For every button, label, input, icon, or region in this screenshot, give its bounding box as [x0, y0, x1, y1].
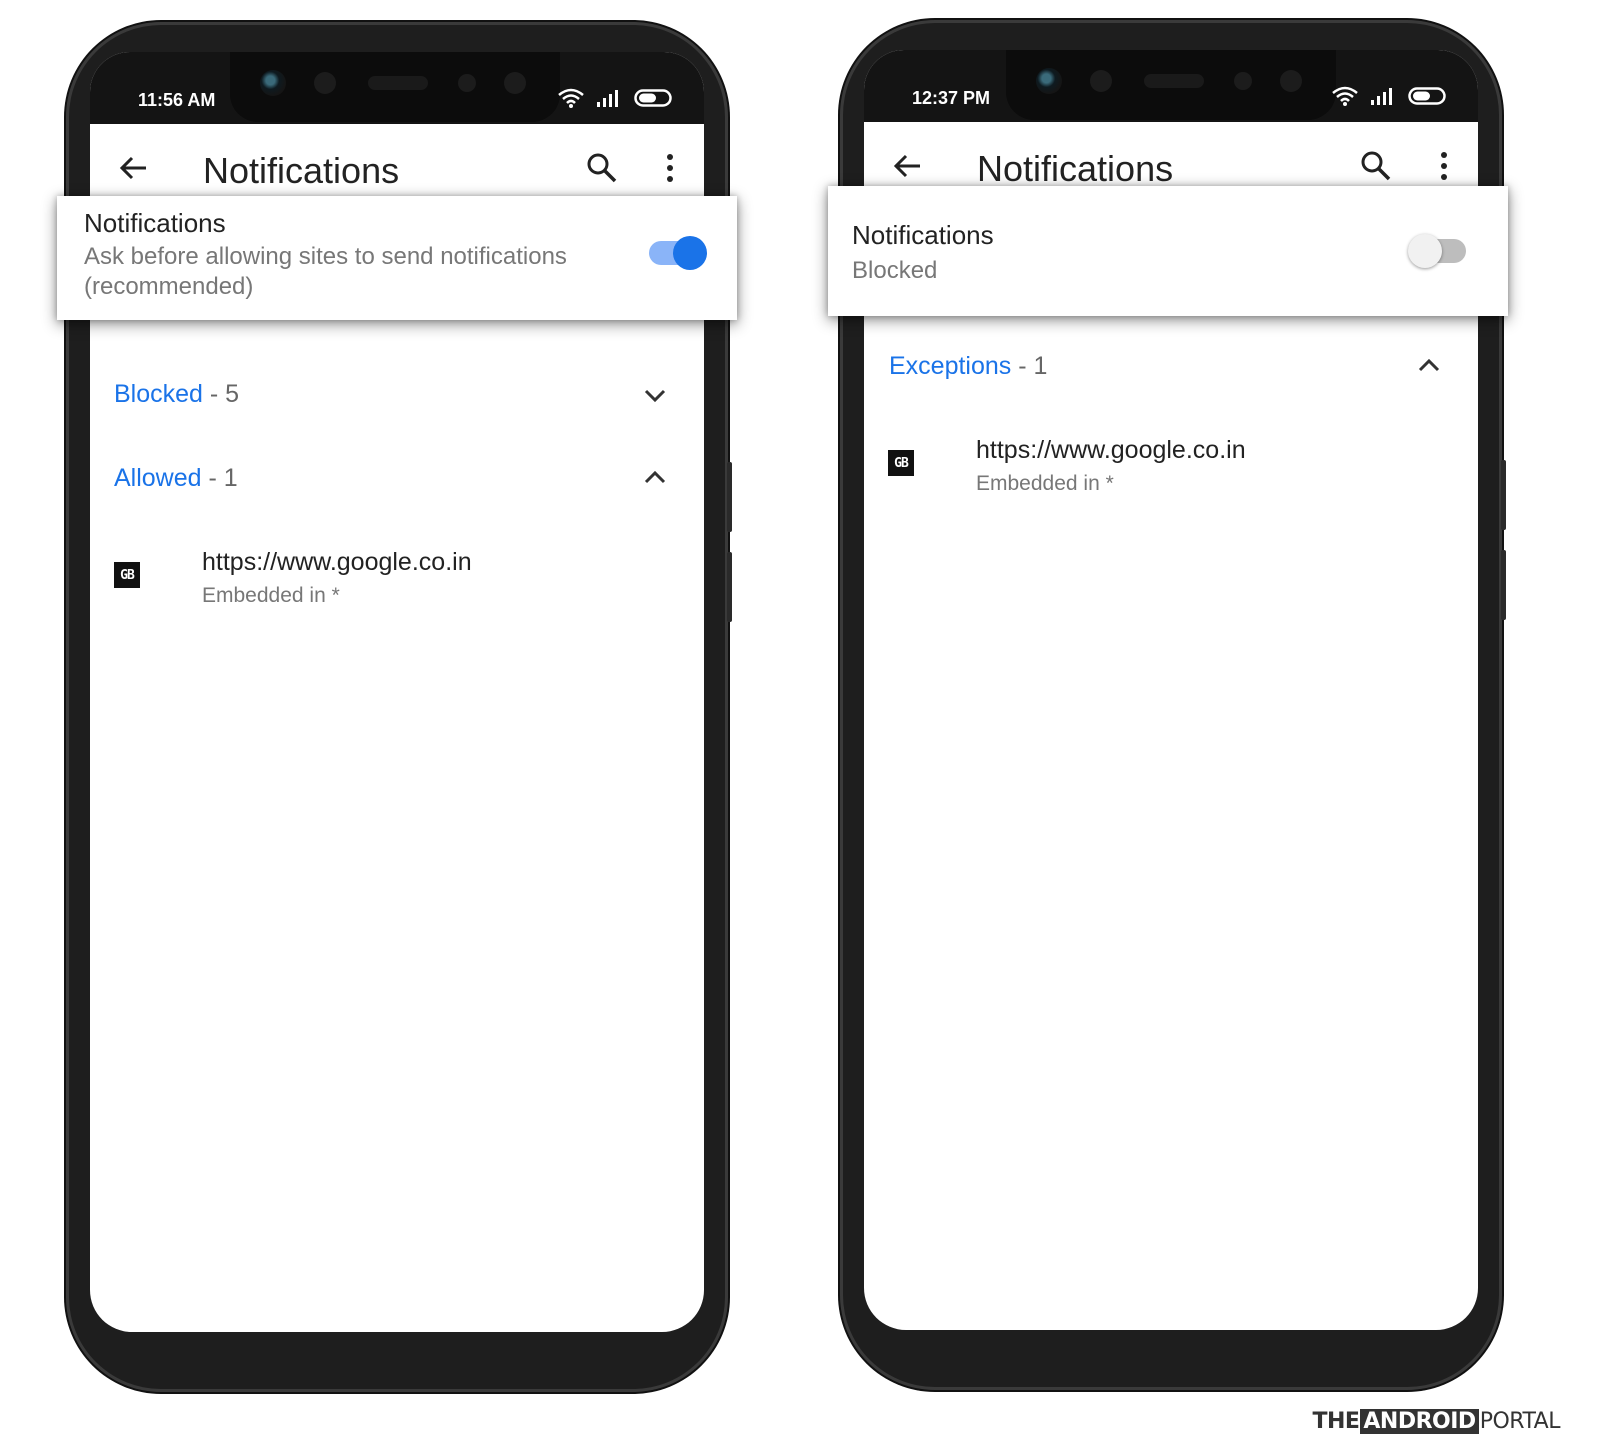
- setting-title: Notifications: [852, 220, 994, 250]
- site-favicon-icon: GB: [114, 562, 140, 588]
- toggle-knob: [1408, 234, 1442, 268]
- notifications-toggle[interactable]: [1408, 234, 1466, 268]
- watermark-logo: THE ANDROID PORTAL: [1312, 1409, 1561, 1434]
- notch: [1006, 50, 1336, 120]
- system-icons: [558, 88, 674, 108]
- section-allowed[interactable]: Allowed - 1: [114, 464, 238, 493]
- notifications-toggle[interactable]: [649, 236, 707, 270]
- section-label: Allowed: [114, 464, 202, 492]
- setting-subtitle-line2: (recommended): [84, 273, 254, 300]
- side-button: [1501, 460, 1506, 530]
- setting-title: Notifications: [84, 208, 226, 238]
- site-url: https://www.google.co.in: [976, 436, 1246, 464]
- site-detail: Embedded in *: [202, 584, 340, 607]
- setting-subtitle: Blocked: [852, 257, 938, 284]
- section-label: Exceptions: [889, 352, 1012, 380]
- section-blocked[interactable]: Blocked - 5: [114, 380, 239, 409]
- status-time: 12:37 PM: [912, 88, 991, 108]
- sensor: [1280, 70, 1302, 92]
- side-button: [727, 462, 732, 532]
- sensor: [504, 72, 526, 94]
- signal-icon: [1371, 88, 1392, 105]
- status-bar: 12:37 PM: [864, 50, 1478, 122]
- page-title: Notifications: [977, 148, 1174, 189]
- more-vert-icon[interactable]: [652, 150, 688, 186]
- site-url: https://www.google.co.in: [202, 548, 472, 576]
- section-count: - 1: [208, 464, 238, 492]
- notifications-setting-card[interactable]: Notifications Blocked: [828, 186, 1508, 316]
- notch: [230, 52, 560, 122]
- site-favicon-icon: GB: [888, 450, 914, 476]
- signal-icon: [597, 90, 618, 107]
- status-bar: 11:56 AM: [90, 52, 704, 124]
- search-icon[interactable]: [1358, 148, 1394, 184]
- sensor: [458, 74, 476, 92]
- section-exceptions[interactable]: Exceptions - 1: [889, 352, 1047, 381]
- system-icons: [1332, 86, 1448, 106]
- chevron-up-icon[interactable]: [642, 464, 668, 490]
- side-button: [727, 552, 732, 622]
- front-camera: [260, 70, 286, 96]
- more-vert-icon[interactable]: [1426, 148, 1462, 184]
- wifi-icon: [558, 88, 584, 108]
- battery-icon: [634, 89, 672, 107]
- section-count: - 1: [1018, 352, 1048, 380]
- wifi-icon: [1332, 86, 1358, 106]
- sensor: [314, 72, 336, 94]
- watermark-part: PORTAL: [1479, 1409, 1561, 1434]
- search-icon[interactable]: [584, 150, 620, 186]
- chevron-up-icon[interactable]: [1416, 352, 1442, 378]
- sensor: [1234, 72, 1252, 90]
- back-arrow-icon[interactable]: [116, 150, 152, 186]
- status-time: 11:56 AM: [138, 90, 216, 110]
- chevron-down-icon[interactable]: [642, 382, 668, 408]
- section-label: Blocked: [114, 380, 203, 408]
- earpiece: [1144, 74, 1204, 88]
- section-count: - 5: [209, 380, 240, 408]
- earpiece: [368, 76, 428, 90]
- toggle-knob: [673, 236, 707, 270]
- watermark-part: THE: [1312, 1409, 1360, 1434]
- side-button: [1501, 550, 1506, 620]
- site-detail: Embedded in *: [976, 472, 1114, 495]
- sensor: [1090, 70, 1112, 92]
- notifications-setting-card[interactable]: Notifications Ask before allowing sites …: [57, 196, 737, 320]
- back-arrow-icon[interactable]: [890, 148, 926, 184]
- page-title: Notifications: [203, 150, 400, 191]
- setting-subtitle: Ask before allowing sites to send notifi…: [84, 243, 567, 270]
- front-camera: [1036, 68, 1062, 94]
- watermark-part: ANDROID: [1360, 1409, 1479, 1434]
- battery-icon: [1408, 87, 1446, 105]
